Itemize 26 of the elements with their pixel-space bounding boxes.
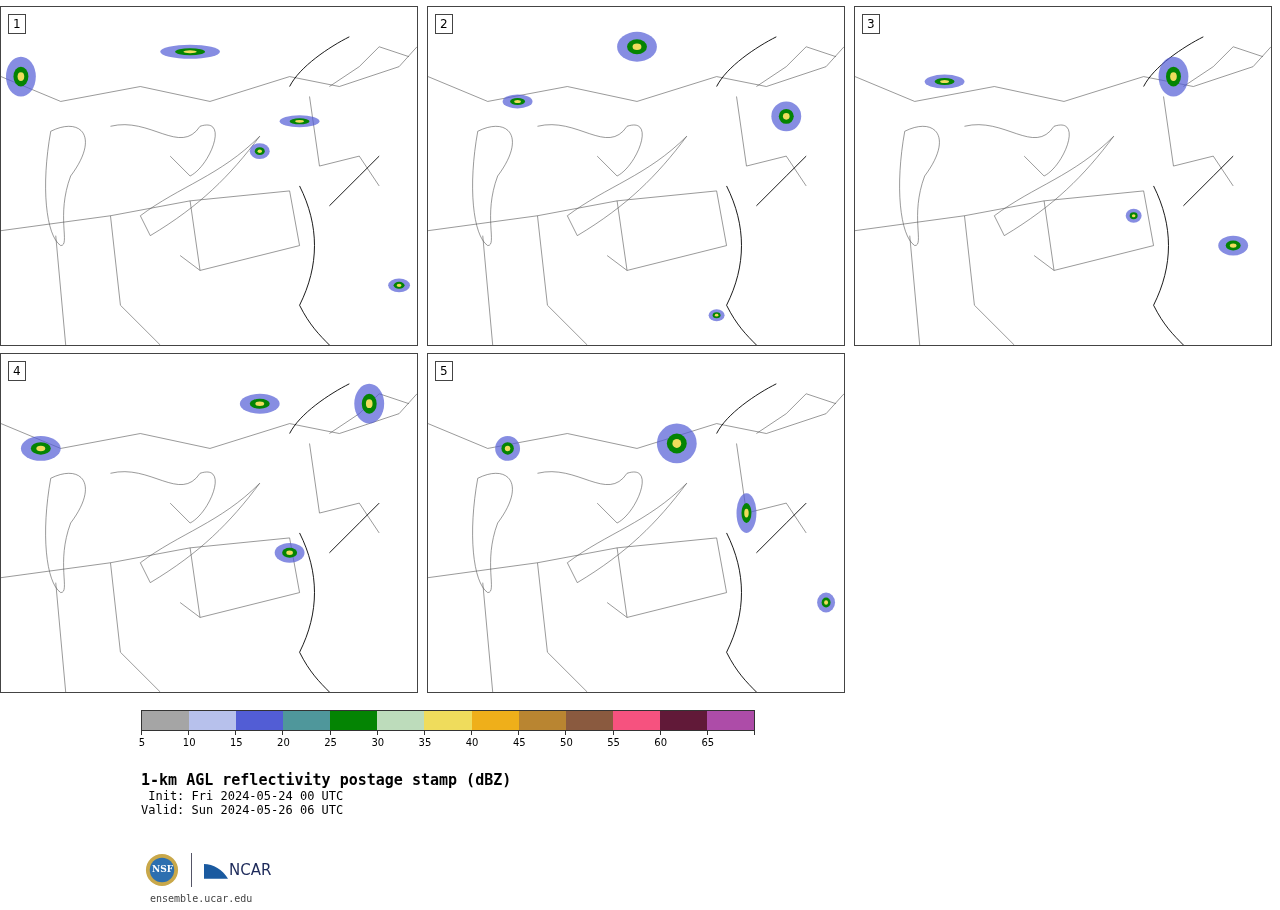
chart-title: 1-km AGL reflectivity postage stamp (dBZ) xyxy=(141,771,513,789)
tick-label: 15 xyxy=(229,737,243,748)
panel-number: 5 xyxy=(435,361,453,381)
tick-label: 5 xyxy=(138,737,146,748)
tick-label: 55 xyxy=(607,737,620,748)
panel-number: 2 xyxy=(435,14,453,34)
site-url: ensemble.ucar.edu xyxy=(150,893,254,904)
tick-label: 10 xyxy=(182,737,196,748)
panel-number: 1 xyxy=(8,14,26,34)
panel-number: 3 xyxy=(862,14,880,34)
star-seal-icon xyxy=(145,853,179,887)
valid-time: Valid: Sun 2024-05-26 06 UTC xyxy=(141,803,345,817)
tick-label: 45 xyxy=(512,737,526,748)
tick-label: 25 xyxy=(324,737,337,748)
init-time: Init: Fri 2024-05-24 00 UTC xyxy=(147,789,345,803)
tick-label: 30 xyxy=(371,737,385,748)
tick-label: 50 xyxy=(560,737,573,748)
tick-label: 60 xyxy=(654,737,668,748)
logo-emblem-text: NSF xyxy=(152,864,174,874)
panel-number: 4 xyxy=(8,361,26,381)
swoosh-logo-icon xyxy=(204,861,228,879)
tick-label: 65 xyxy=(701,737,715,748)
logo-wordmark: NCAR xyxy=(229,861,272,879)
tick-label: 20 xyxy=(277,737,290,748)
tick-label: 35 xyxy=(418,737,432,748)
tick-label: 40 xyxy=(465,737,479,748)
